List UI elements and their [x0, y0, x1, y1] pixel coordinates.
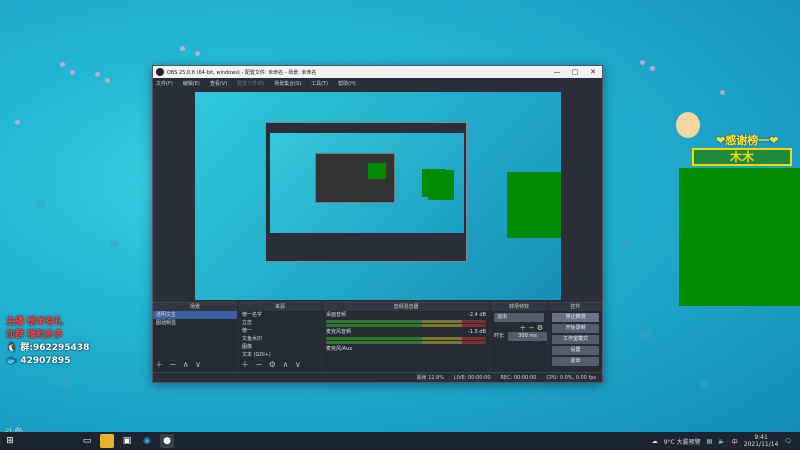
penguin-icon: 🐧 [6, 343, 18, 353]
source-item[interactable]: 立志 [239, 319, 321, 327]
qq-label: 群: [20, 343, 33, 353]
menu-view[interactable]: 查看(V) [210, 80, 227, 87]
nested-green-box [368, 163, 386, 179]
app-icon[interactable] [100, 434, 114, 448]
volume-slider[interactable] [326, 341, 486, 344]
exit-button[interactable]: 退出 [552, 357, 599, 366]
menu-bar: 文件(F) 编辑(E) 查看(V) 配置文件(P) 场景集合(S) 工具(T) … [153, 78, 602, 89]
source-item[interactable]: 榜一名字 [239, 311, 321, 319]
duration-row: 时长 300 ms [491, 332, 547, 341]
scenes-dock-title: 场景 [153, 303, 237, 311]
overlay-line1: 主播 榜单有礼 [6, 317, 64, 327]
sources-dock-title: 来源 [239, 303, 321, 311]
overlay-line2: 加群 福利多多 [6, 330, 64, 340]
mixer-channel: 桌面音频 -2.4 dB [323, 311, 489, 319]
source-item[interactable]: 图像 [239, 343, 321, 351]
top-fan-name: 木木 [692, 148, 792, 166]
docks-area: 场景 透明文生 图涵频显 ＋ − ∧ ∨ 来源 榜一名字 立志 榜一 文鱼水印 … [153, 302, 602, 372]
settings-button[interactable]: 设置 [552, 346, 599, 355]
fans-number: 42907895 [20, 356, 71, 366]
scene-item[interactable]: 图涵频显 [153, 319, 237, 327]
live-timer: LIVE: 00:00:00 [453, 374, 491, 381]
channel-name: 麦克风/Aux [326, 346, 353, 352]
controls-dock: 控件 停止推流 开始录制 工作室模式 设置 退出 [549, 302, 602, 372]
controls-dock-title: 控件 [549, 303, 602, 311]
obs-window[interactable]: OBS 25.0.8 (64-bit, windows) - 配置文件: 未命名… [152, 65, 603, 383]
menu-scene-collection[interactable]: 场景集合(S) [274, 80, 301, 87]
duration-input[interactable]: 300 ms [508, 332, 547, 341]
scenes-dock: 场景 透明文生 图涵频显 ＋ − ∧ ∨ [153, 302, 237, 372]
network-icon[interactable]: ▤ [707, 438, 713, 445]
qq-number: 962295438 [32, 343, 90, 353]
scene-item[interactable]: 透明文生 [153, 311, 237, 319]
minimize-button[interactable]: — [548, 66, 566, 78]
window-title: OBS 25.0.8 (64-bit, windows) - 配置文件: 未命名… [167, 69, 317, 76]
fans-group: 🐟 42907895 [6, 355, 89, 368]
rec-timer: REC: 00:00:00 [500, 374, 537, 381]
channel-name: 麦克风音频 [326, 329, 352, 335]
menu-file[interactable]: 文件(F) [156, 80, 173, 87]
qq-group: 🐧 群:962295438 [6, 342, 89, 355]
menu-tools[interactable]: 工具(T) [311, 80, 328, 87]
transition-select[interactable]: 淡出 [494, 313, 544, 322]
weather-icon[interactable]: ☁ [652, 438, 658, 445]
dog-mascot-icon [676, 112, 700, 138]
duration-label: 时长 [494, 333, 505, 339]
volume-meter [326, 337, 486, 340]
channel-db: -1.5 dB [468, 329, 486, 335]
start-icon[interactable]: ⊞ [3, 434, 17, 448]
thanks-title: ❤感谢榜一❤ [716, 134, 779, 147]
start-recording-button[interactable]: 开始录制 [552, 324, 599, 333]
source-item[interactable]: 榜一 [239, 327, 321, 335]
menu-help[interactable]: 帮助(H) [338, 80, 356, 87]
stop-streaming-button[interactable]: 停止推流 [552, 313, 599, 322]
sources-dock: 来源 榜一名字 立志 榜一 文鱼水印 图像 文本 (GDI+) ＋ − ⚙ ∧ … [239, 302, 321, 372]
edge-icon[interactable]: ◉ [140, 434, 154, 448]
volume-slider[interactable] [326, 324, 486, 327]
preview-green-box [507, 172, 561, 238]
dropped-frames: 丢帧 12.8% [416, 375, 444, 381]
transitions-dock-title: 转场特效 [491, 303, 547, 311]
channel-name: 桌面音频 [326, 312, 347, 318]
taskbar: ⊞ ▭ ▣ ◉ ● ☁ 9°C 大雾预警 ▤ 🔈 中 9:41 2021/11/… [0, 432, 800, 450]
volume-icon[interactable]: 🔈 [718, 438, 725, 445]
weather-text[interactable]: 9°C 大雾预警 [664, 437, 701, 446]
explorer-icon[interactable]: ▭ [80, 434, 94, 448]
preview-canvas[interactable] [195, 92, 561, 300]
stream-overlay-left: 主播 榜单有礼 加群 福利多多 🐧 群:962295438 🐟 42907895 [6, 316, 89, 368]
transition-add-remove-buttons[interactable]: ＋ − ⚙ [491, 324, 547, 332]
obs-logo-icon [156, 68, 164, 76]
channel-db: -2.4 dB [468, 312, 486, 318]
ime-lang[interactable]: 中 [732, 437, 738, 446]
source-item[interactable]: 文鱼水印 [239, 335, 321, 343]
mixer-dock-title: 音频混音器 [323, 303, 489, 311]
volume-meter [326, 320, 486, 323]
clock[interactable]: 9:41 2021/11/14 [744, 434, 779, 448]
scene-add-remove-buttons[interactable]: ＋ − ∧ ∨ [155, 359, 203, 370]
status-bar: 丢帧 12.8% LIVE: 00:00:00 REC: 00:00:00 CP… [153, 372, 602, 382]
menu-edit[interactable]: 编辑(E) [183, 80, 200, 87]
close-button[interactable]: ✕ [584, 66, 602, 78]
source-add-remove-buttons[interactable]: ＋ − ⚙ ∧ ∨ [241, 359, 303, 370]
preview-green-box-small [428, 170, 454, 200]
transitions-dock: 转场特效 淡出 ＋ − ⚙ 时长 300 ms [491, 302, 547, 372]
time: 9:41 [754, 434, 768, 441]
mixer-channel: 麦克风音频 -1.5 dB [323, 328, 489, 336]
mixer-dock: 音频混音器 桌面音频 -2.4 dB 麦克风音频 -1.5 dB 麦克风/Aux [323, 302, 489, 372]
maximize-button[interactable]: ▢ [566, 66, 584, 78]
fish-icon: 🐟 [6, 356, 18, 366]
obs-icon[interactable]: ● [160, 434, 174, 448]
cpu-usage: CPU: 0.0%, 0.00 fps [546, 374, 596, 381]
title-bar[interactable]: OBS 25.0.8 (64-bit, windows) - 配置文件: 未命名… [153, 66, 602, 78]
studio-mode-button[interactable]: 工作室模式 [552, 335, 599, 344]
system-tray: ☁ 9°C 大雾预警 ▤ 🔈 中 9:41 2021/11/14 🗨 [652, 434, 800, 448]
app-icon[interactable]: ▣ [120, 434, 134, 448]
green-screen-area [679, 168, 800, 306]
date: 2021/11/14 [743, 441, 779, 448]
source-item[interactable]: 文本 (GDI+) [239, 351, 321, 359]
notification-icon[interactable]: 🗨 [784, 438, 792, 445]
menu-profile[interactable]: 配置文件(P) [237, 80, 264, 87]
